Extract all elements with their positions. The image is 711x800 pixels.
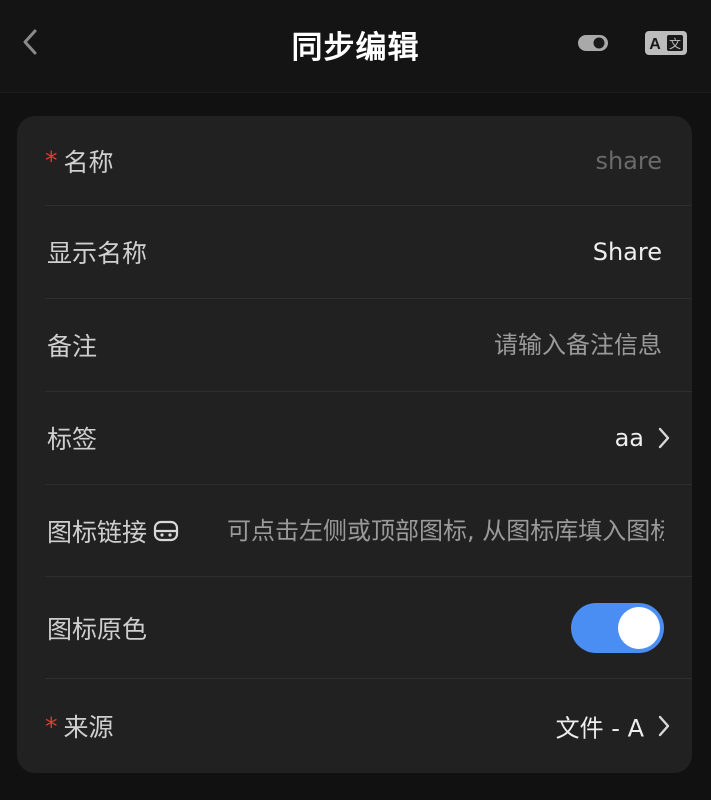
toggle-knob (618, 606, 660, 649)
toggle-mode-button[interactable] (574, 30, 612, 60)
required-mark: * (45, 711, 58, 741)
translate-button[interactable]: A 文 (642, 28, 690, 62)
svg-text:A: A (649, 36, 661, 53)
icon-original-color-toggle[interactable] (571, 602, 664, 653)
tags-value: aa (614, 424, 644, 452)
name-input[interactable] (282, 146, 662, 175)
row-display-name: 显示名称 (45, 206, 692, 299)
chevron-right-icon (656, 426, 672, 450)
note-label: 备注 (47, 332, 98, 361)
icon-link-label: 图标链接 (47, 517, 148, 547)
row-icon-original-color: 图标原色 (45, 577, 692, 679)
display-name-input[interactable] (282, 238, 662, 266)
row-tags[interactable]: 标签 aa (45, 392, 692, 485)
form-card: * 名称 显示名称 备注 标签 aa 图标链接 (17, 116, 692, 773)
row-icon-link: 图标链接 (45, 485, 692, 577)
name-label: 名称 (63, 147, 114, 177)
row-note: 备注 (45, 299, 692, 392)
svg-text:文: 文 (669, 36, 681, 51)
note-input[interactable] (282, 331, 662, 359)
display-name-label: 显示名称 (47, 239, 148, 268)
nav-bar: 同步编辑 A 文 (0, 0, 711, 93)
translate-icon: A 文 (644, 30, 688, 60)
row-source[interactable]: * 来源 文件 - A (45, 679, 692, 773)
icon-link-input[interactable] (225, 516, 664, 545)
tags-label: 标签 (47, 425, 98, 454)
icon-original-color-label: 图标原色 (47, 614, 148, 644)
row-name: * 名称 (45, 116, 692, 206)
source-label: 来源 (63, 713, 114, 742)
source-value: 文件 - A (555, 714, 644, 743)
required-mark: * (45, 146, 58, 175)
chevron-right-icon (656, 714, 672, 738)
toggle-icon (577, 33, 609, 57)
icon-library-icon[interactable] (153, 519, 179, 543)
